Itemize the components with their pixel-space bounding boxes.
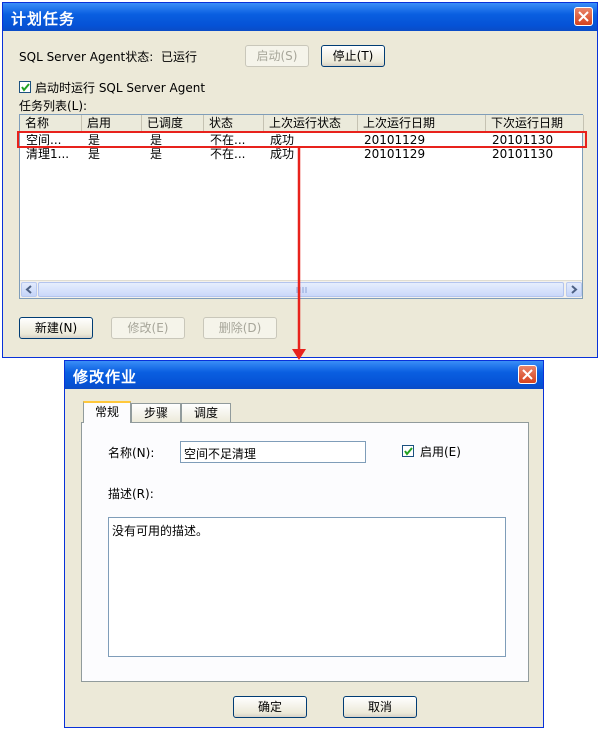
schedule-window-titlebar[interactable]: 计划任务 bbox=[3, 3, 597, 31]
edit-button[interactable]: 修改(E) bbox=[111, 317, 185, 339]
scroll-left-icon[interactable] bbox=[21, 282, 37, 297]
table-cell: 是 bbox=[150, 148, 163, 161]
enabled-checkbox[interactable] bbox=[402, 445, 414, 457]
description-textarea[interactable]: 没有可用的描述。 bbox=[108, 517, 506, 657]
close-icon[interactable] bbox=[574, 7, 593, 26]
tab-schedule[interactable]: 调度 bbox=[181, 403, 231, 423]
scroll-right-icon[interactable] bbox=[566, 282, 582, 297]
stop-button[interactable]: 停止(T) bbox=[321, 45, 385, 67]
close-icon[interactable] bbox=[518, 365, 537, 384]
start-button[interactable]: 启动(S) bbox=[245, 45, 309, 67]
ok-button[interactable]: 确定 bbox=[233, 696, 307, 718]
schedule-window-title: 计划任务 bbox=[11, 10, 76, 28]
agent-status-label: SQL Server Agent状态: bbox=[19, 50, 154, 64]
name-label: 名称(N): bbox=[108, 446, 155, 460]
table-cell: 20101130 bbox=[492, 148, 554, 161]
tab-panel: 名称(N): 空间不足清理 启用(E) 描述(R): 没有可用的描述。 bbox=[81, 422, 529, 682]
highlight-box bbox=[17, 131, 587, 148]
cancel-button[interactable]: 取消 bbox=[343, 696, 417, 718]
delete-button[interactable]: 删除(D) bbox=[203, 317, 277, 339]
scroll-thumb[interactable] bbox=[38, 282, 564, 297]
new-button[interactable]: 新建(N) bbox=[19, 317, 93, 339]
edit-job-title: 修改作业 bbox=[73, 368, 138, 386]
tab-steps[interactable]: 步骤 bbox=[131, 403, 181, 423]
tab-general[interactable]: 常规 bbox=[83, 401, 131, 423]
description-value: 没有可用的描述。 bbox=[112, 524, 209, 538]
edit-job-window: 修改作业 常规 步骤 调度 名称(N): 空间不足清理 启用(E) 描述(R):… bbox=[64, 360, 544, 728]
autostart-label: 启动时运行 SQL Server Agent bbox=[35, 81, 206, 95]
table-cell: 不在... bbox=[210, 148, 246, 161]
table-cell: 20101129 bbox=[364, 148, 426, 161]
task-list-label: 任务列表(L): bbox=[19, 99, 88, 113]
name-input[interactable]: 空间不足清理 bbox=[180, 441, 366, 463]
name-input-value: 空间不足清理 bbox=[184, 447, 257, 461]
table-row[interactable]: 清理1... 是 是 不在... 成功 20101129 20101130 bbox=[20, 148, 582, 161]
enabled-label: 启用(E) bbox=[420, 445, 461, 459]
table-cell: 是 bbox=[88, 148, 101, 161]
autostart-checkbox[interactable] bbox=[19, 81, 31, 93]
horizontal-scrollbar[interactable] bbox=[20, 280, 582, 298]
edit-job-titlebar[interactable]: 修改作业 bbox=[65, 361, 543, 389]
agent-status-value: 已运行 bbox=[161, 50, 198, 64]
schedule-window: 计划任务 SQL Server Agent状态: 已运行 启动(S) 停止(T)… bbox=[2, 2, 598, 358]
description-label: 描述(R): bbox=[108, 487, 154, 501]
table-cell: 清理1... bbox=[26, 148, 70, 161]
table-cell: 成功 bbox=[270, 148, 295, 161]
